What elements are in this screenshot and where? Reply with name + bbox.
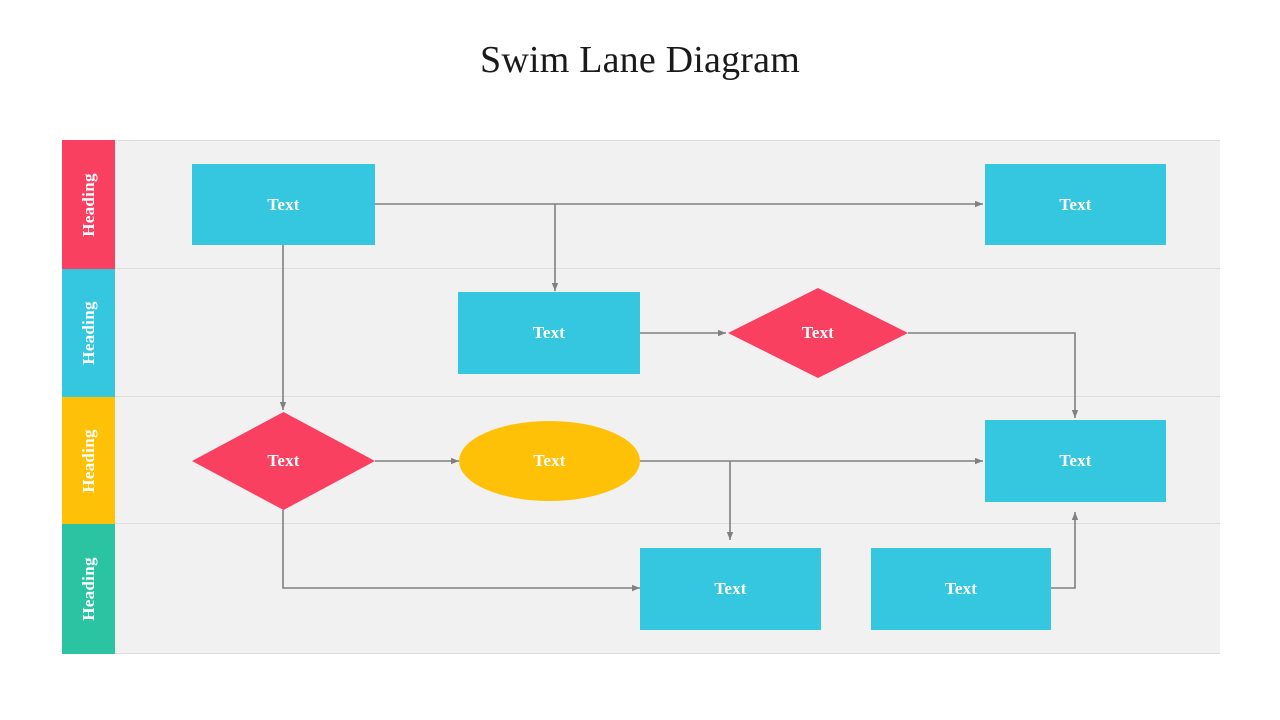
connector-n5-to-n8 [282, 510, 640, 592]
connector-n4-to-n7 [908, 332, 1079, 418]
node-n8[interactable]: Text [640, 548, 821, 630]
node-n2[interactable]: Text [985, 164, 1166, 245]
node-n7[interactable]: Text [985, 420, 1166, 502]
node-label-n5: Text [267, 451, 300, 470]
page-title: Swim Lane Diagram [480, 39, 800, 81]
node-label-n6: Text [533, 451, 566, 470]
node-label-n7: Text [1059, 451, 1092, 470]
swimlane-diagram: Heading Heading Heading Heading Text Tex… [62, 140, 1220, 654]
node-label-n2: Text [1059, 194, 1092, 214]
node-n1[interactable]: Text [192, 164, 375, 245]
node-label-n3: Text [532, 323, 566, 342]
node-n5[interactable]: Text [192, 412, 375, 510]
connector-n9-to-n7 [1051, 512, 1079, 589]
node-n3[interactable]: Text [458, 292, 640, 374]
node-label-n8: Text [714, 579, 747, 598]
node-label-n9: Text [944, 579, 978, 598]
node-label-n4: Text [801, 323, 835, 342]
node-n6[interactable]: Text [459, 421, 640, 501]
node-n9[interactable]: Text [871, 548, 1051, 630]
node-n4[interactable]: Text [728, 288, 908, 378]
node-label-n1: Text [267, 194, 300, 214]
